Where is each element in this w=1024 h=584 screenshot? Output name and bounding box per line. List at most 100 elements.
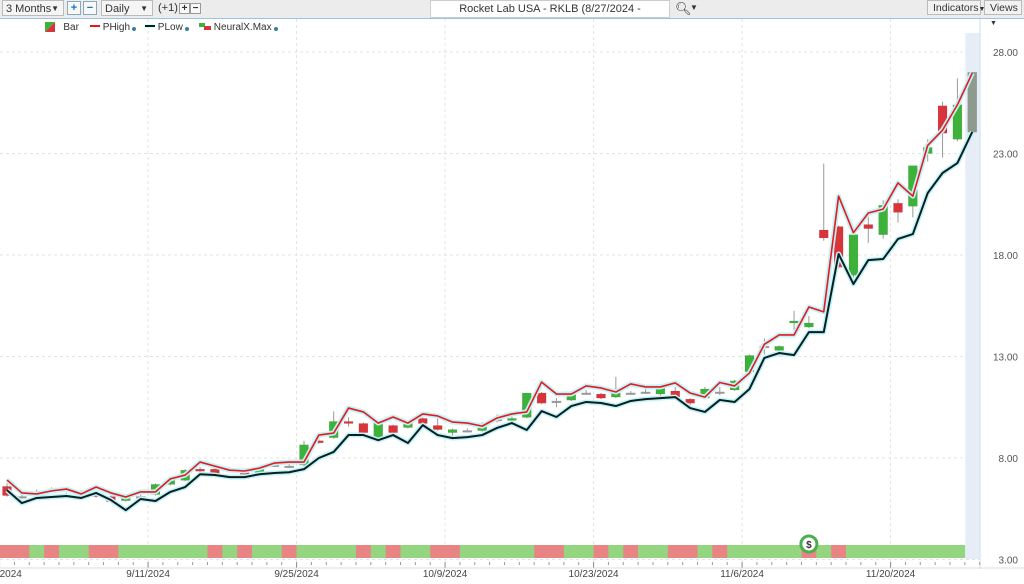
signal-up	[73, 545, 89, 558]
signal-down	[0, 545, 15, 558]
candle-down[interactable]	[432, 425, 443, 430]
signal-up	[311, 545, 327, 558]
x-tick-label: 8/27/2024	[0, 569, 22, 580]
signal-up	[786, 545, 802, 558]
signal-up	[459, 545, 476, 558]
signal-up	[578, 545, 594, 558]
signal-down	[534, 545, 550, 558]
x-tick-label: 10/9/2024	[423, 569, 468, 580]
legend-bar[interactable]: Bar	[45, 22, 79, 33]
signal-up	[846, 545, 862, 558]
signal-down	[549, 545, 565, 558]
signal-down	[88, 545, 104, 558]
signal-up	[415, 545, 431, 558]
signal-up	[816, 545, 832, 558]
signal-up	[652, 545, 669, 558]
candle-up[interactable]	[507, 418, 517, 421]
candle-up[interactable]	[789, 320, 799, 324]
signal-up	[638, 545, 654, 558]
signal-up	[504, 545, 520, 558]
price-chart[interactable]: 28.00 23.00 18.00 13.00 8.00 3.00 8/27/2024 9/1…	[0, 0, 1024, 584]
signal-up	[222, 545, 238, 558]
signal-down	[281, 545, 297, 558]
signal-up	[29, 545, 45, 558]
signal-up	[252, 545, 268, 558]
y-tick-label: 18.00	[993, 251, 1018, 262]
settings-dot-icon[interactable]	[132, 27, 137, 31]
signal-up	[162, 545, 179, 558]
x-tick-label: 10/23/2024	[569, 569, 619, 580]
black-line-icon	[145, 25, 155, 27]
signal-up	[133, 545, 149, 558]
candle-up[interactable]	[551, 400, 562, 403]
signal-down	[237, 545, 253, 558]
candle-down[interactable]	[819, 229, 829, 239]
signal-up	[905, 545, 921, 558]
signal-down	[355, 545, 372, 558]
candle-down[interactable]	[358, 423, 369, 433]
x-tick-label: 11/6/2024	[720, 569, 764, 580]
y-tick-label: 23.00	[993, 150, 1018, 161]
signal-up	[949, 545, 966, 558]
candle-up[interactable]	[284, 465, 294, 468]
signal-up	[771, 545, 787, 558]
signal-down	[44, 545, 60, 558]
signal-up	[727, 545, 743, 558]
candle-down[interactable]	[343, 421, 354, 424]
x-tick-label: 9/25/2024	[274, 569, 319, 580]
legend-plow-label: PLow	[157, 22, 183, 33]
legend-phigh[interactable]: PHigh	[90, 22, 137, 33]
signal-up	[860, 545, 877, 558]
signal-down	[430, 545, 446, 558]
signal-down	[623, 545, 639, 558]
signal-up	[326, 545, 342, 558]
signal-up	[890, 545, 906, 558]
legend-neuralx-label: NeuralX.Max	[213, 22, 272, 33]
candle-up[interactable]	[625, 392, 636, 395]
bar-icon	[45, 22, 55, 32]
signal-up	[341, 545, 357, 558]
candle-up[interactable]	[848, 234, 859, 276]
candle-up[interactable]	[715, 391, 725, 394]
legend-plow[interactable]: PLow	[145, 22, 189, 33]
candle-down[interactable]	[863, 224, 874, 229]
signal-up	[608, 545, 624, 558]
legend-bar-label: Bar	[63, 22, 79, 33]
y-tick-label: 13.00	[993, 353, 1018, 364]
candle-down[interactable]	[685, 398, 695, 404]
signal-up	[177, 545, 193, 558]
signal-down	[712, 545, 728, 558]
candle-up[interactable]	[581, 392, 591, 395]
signal-up	[489, 545, 505, 558]
candle-up[interactable]	[774, 346, 784, 351]
candle-down[interactable]	[536, 392, 547, 404]
signal-down	[103, 545, 119, 558]
candle-down[interactable]	[195, 468, 205, 472]
signal-up	[563, 545, 580, 558]
signal-down	[831, 545, 847, 558]
candle-up[interactable]	[447, 429, 458, 433]
candle-down[interactable]	[388, 425, 398, 433]
candle-down[interactable]	[596, 393, 606, 399]
signal-down	[445, 545, 461, 558]
signal-up	[58, 545, 75, 558]
settings-dot-icon[interactable]	[273, 27, 278, 31]
y-tick-label: 3.00	[999, 556, 1019, 567]
legend-phigh-label: PHigh	[102, 22, 131, 33]
x-tick-label: 11/20/2024	[866, 569, 916, 580]
signal-up	[118, 545, 134, 558]
legend-neuralx[interactable]: NeuralX.Max	[199, 22, 278, 33]
signal-up	[742, 545, 758, 558]
candle-up[interactable]	[640, 391, 651, 394]
settings-dot-icon[interactable]	[184, 27, 189, 31]
x-tick-label: 9/11/2024	[126, 569, 170, 580]
signal-up	[920, 545, 936, 558]
signal-down	[14, 545, 30, 558]
signal-up	[266, 545, 283, 558]
candle-up[interactable]	[804, 322, 814, 328]
signal-up	[875, 545, 891, 558]
candle-down[interactable]	[893, 202, 903, 213]
signal-up	[148, 545, 164, 558]
signal-up	[756, 545, 773, 558]
candle-up[interactable]	[462, 430, 473, 433]
